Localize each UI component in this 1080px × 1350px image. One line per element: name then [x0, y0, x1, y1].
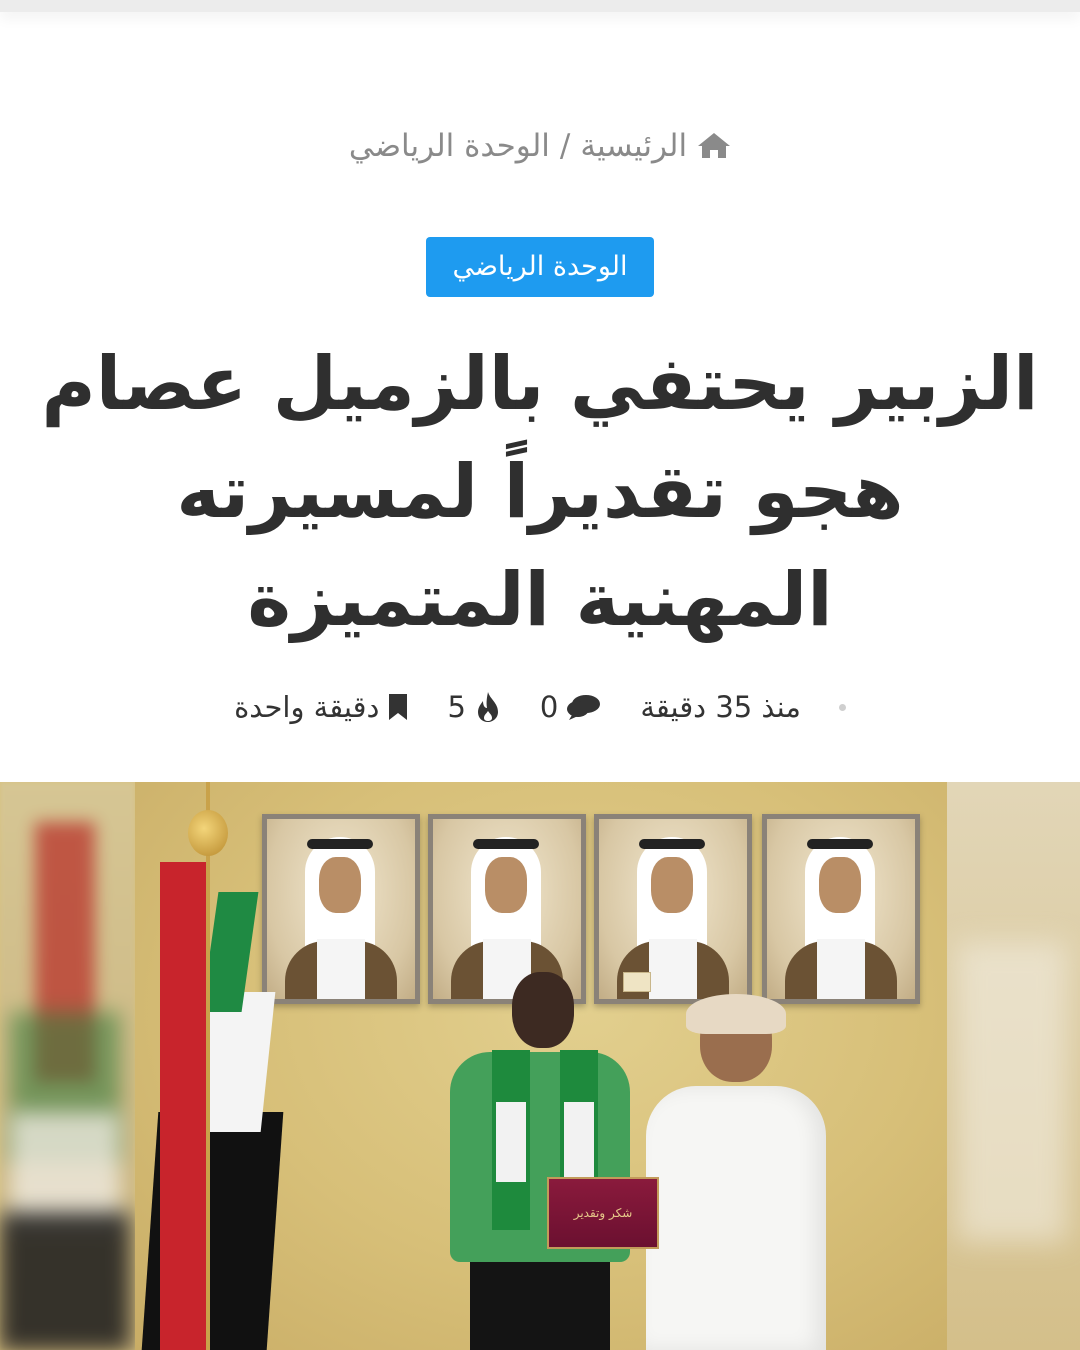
flagpole	[206, 782, 210, 1350]
breadcrumb-current[interactable]: الوحدة الرياضي	[349, 128, 550, 164]
image-blur-right	[947, 782, 1080, 1350]
views-count: 5	[447, 690, 466, 724]
category-badge[interactable]: الوحدة الرياضي	[426, 237, 654, 297]
appreciation-plaque: شكر وتقدير	[547, 1177, 659, 1249]
meta-dot	[838, 703, 846, 711]
portrait-frame	[762, 814, 920, 1004]
person-left	[450, 972, 630, 1350]
flagpole-finial	[188, 810, 228, 856]
bookmark-icon	[387, 693, 409, 721]
fire-icon	[474, 691, 502, 723]
article-title: الزبير يحتفي بالزميل عصام هجو تقديراً لم…	[41, 341, 1039, 643]
flag-red-stripe	[160, 862, 210, 1350]
portrait-frame	[262, 814, 420, 1004]
reading-time-text: دقيقة واحدة	[234, 690, 380, 724]
breadcrumb: الرئيسية/الوحدة الرياضي	[0, 128, 1080, 167]
meta-time-text: منذ 35 دقيقة	[640, 690, 801, 724]
meta-comments[interactable]: 0	[540, 690, 602, 724]
meta-reading-time: دقيقة واحدة	[234, 690, 409, 724]
meta-time: منذ 35 دقيقة	[640, 690, 801, 724]
article-featured-image[interactable]: شكر وتقدير	[0, 782, 1080, 1350]
comments-icon	[566, 693, 602, 721]
comments-count: 0	[539, 690, 559, 724]
image-blur-left	[0, 782, 135, 1350]
breadcrumb-separator: /	[559, 128, 571, 164]
home-icon[interactable]	[697, 131, 731, 167]
person-right	[646, 994, 826, 1350]
article-meta: منذ 35 دقيقة 0 5 دقيقة واحدة	[0, 690, 1080, 724]
meta-views: 5	[447, 690, 501, 724]
breadcrumb-home-link[interactable]: الرئيسية	[580, 128, 687, 164]
top-bar	[0, 0, 1080, 12]
